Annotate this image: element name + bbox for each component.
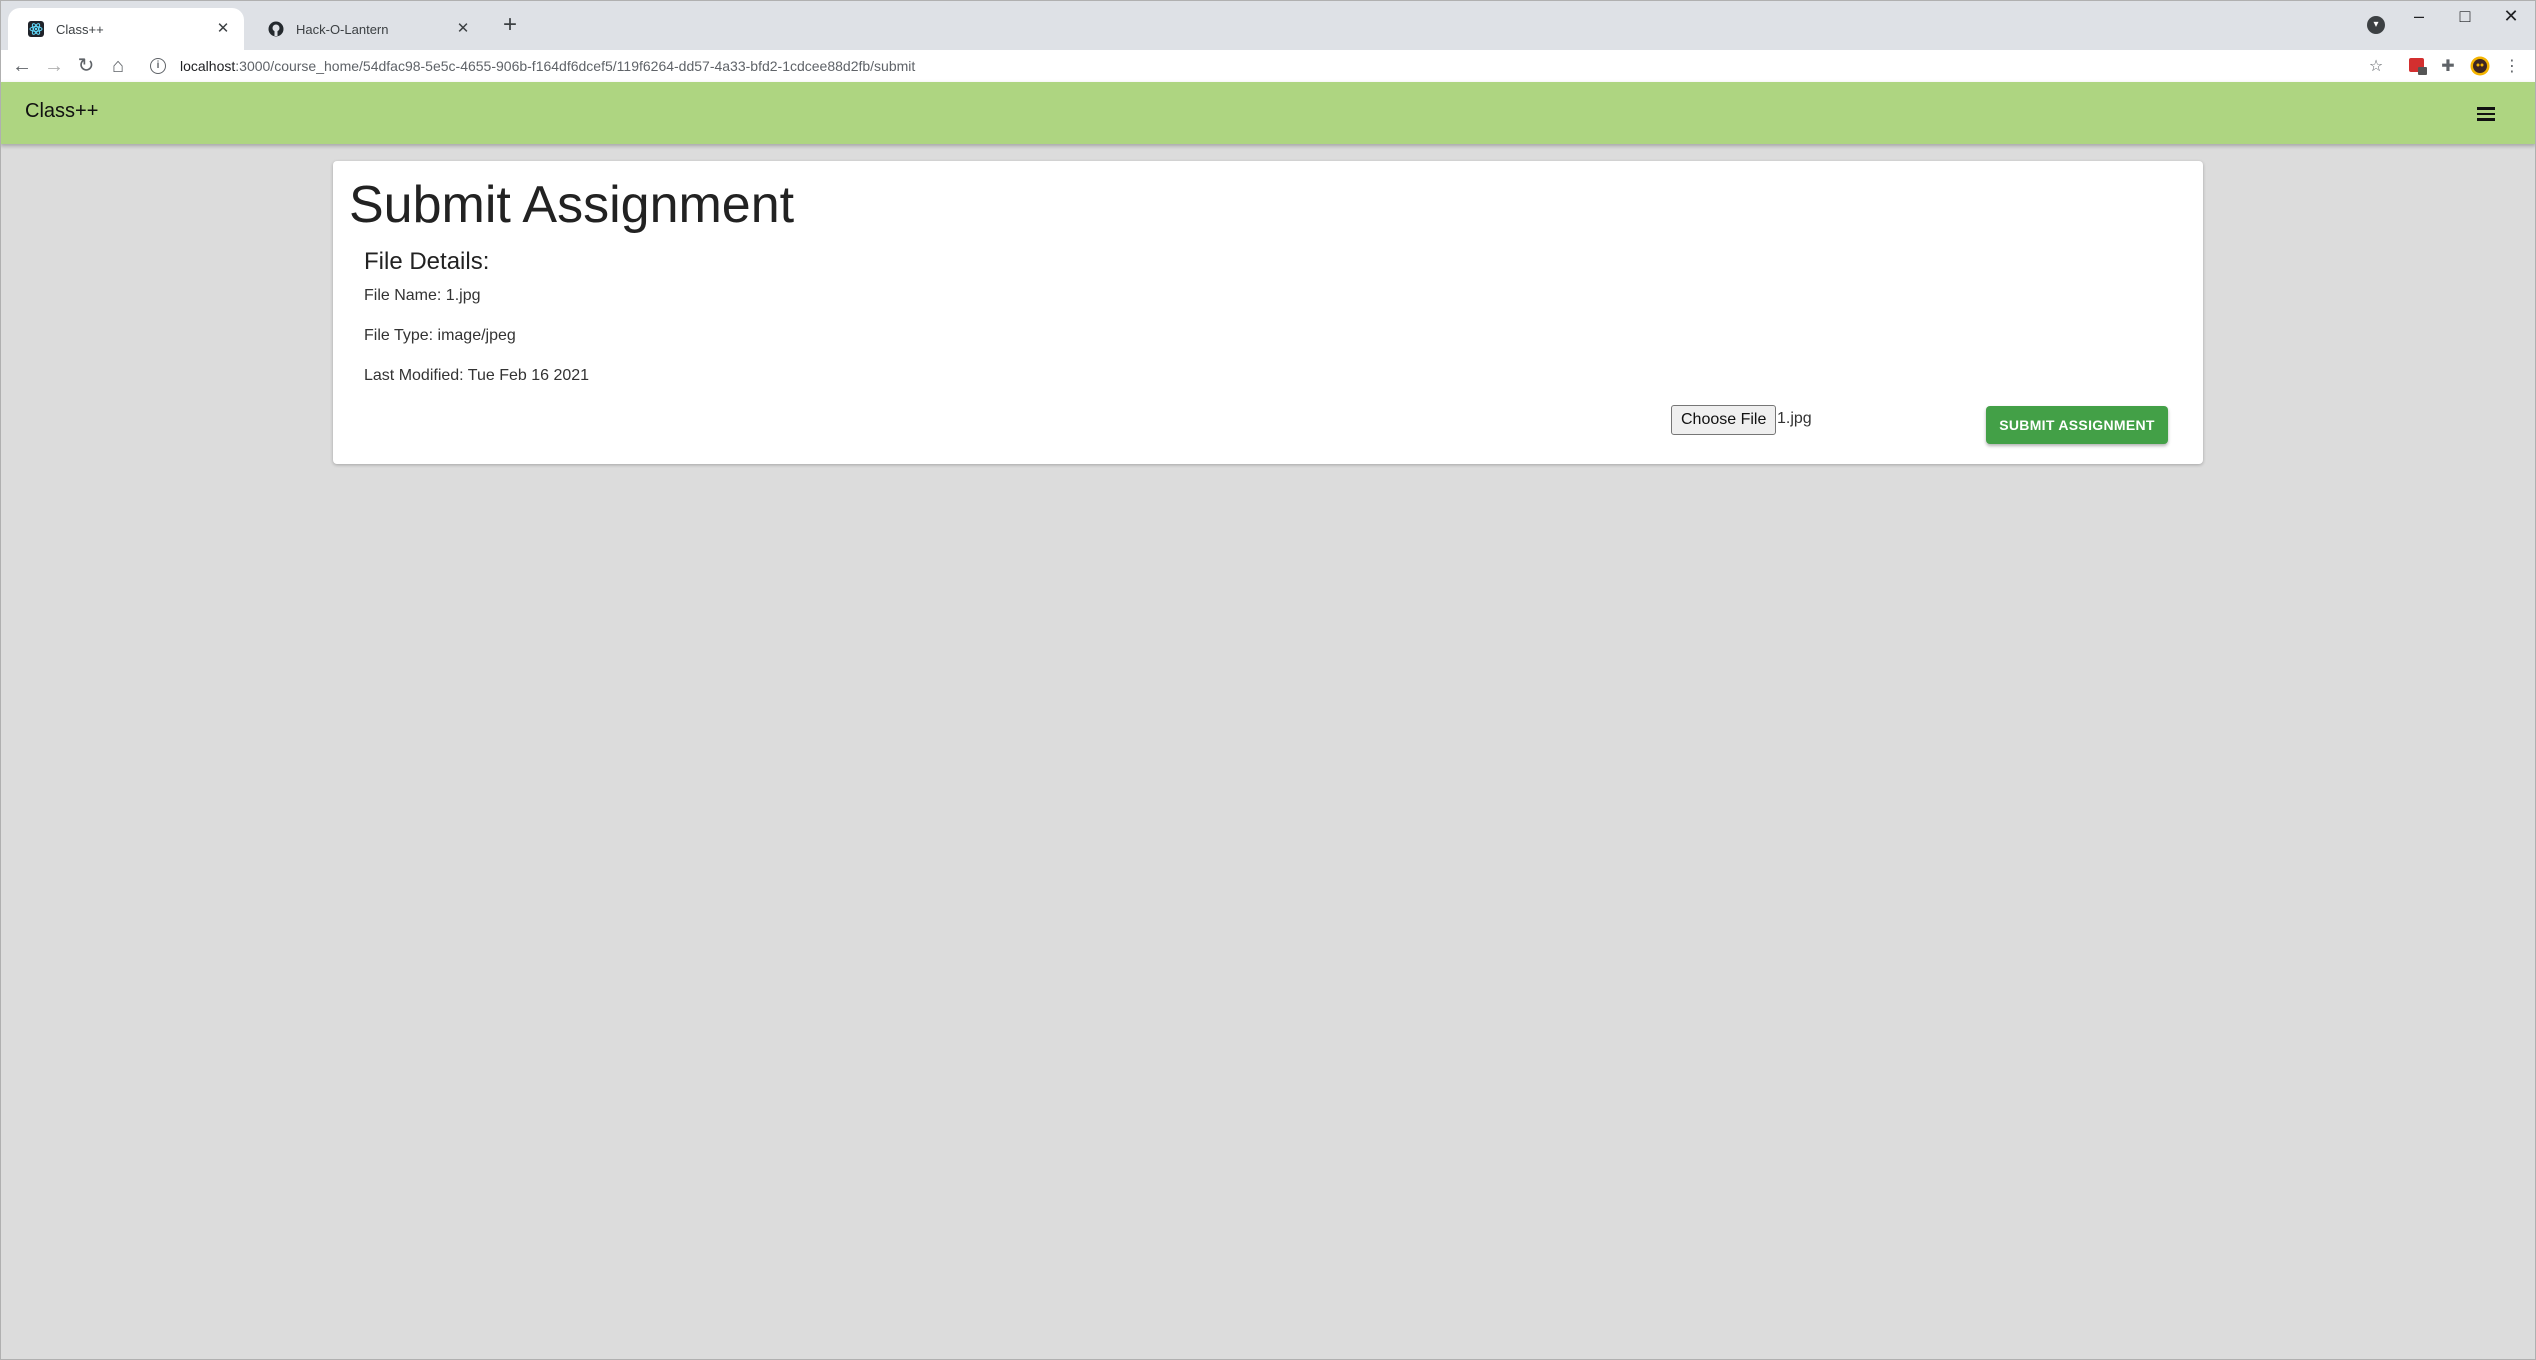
tab-search-icon[interactable]: ▾	[2367, 16, 2385, 34]
close-tab-icon[interactable]: ✕	[454, 20, 472, 38]
home-icon[interactable]: ⌂	[104, 52, 132, 80]
react-favicon-icon	[28, 21, 44, 37]
choose-file-button[interactable]: Choose File	[1671, 405, 1777, 435]
browser-toolbar: ← → ↻ ⌂ i localhost:3000/course_home/54d…	[0, 50, 2536, 82]
browser-tab-strip: Class++ ✕ Hack-O-Lantern ✕ + ▾ – □ ✕	[0, 0, 2536, 50]
tab-hack-o-lantern[interactable]: Hack-O-Lantern ✕	[248, 8, 484, 50]
page-title: Submit Assignment	[349, 176, 795, 234]
bookmark-star-icon[interactable]: ☆	[2365, 56, 2387, 78]
tab-title: Class++	[56, 21, 104, 37]
brand-title[interactable]: Class++	[25, 100, 98, 123]
profile-avatar-icon[interactable]	[2469, 56, 2491, 78]
file-details-heading: File Details:	[364, 248, 490, 275]
file-name-detail: File Name: 1.jpg	[364, 287, 481, 304]
hamburger-menu-icon[interactable]	[2470, 98, 2502, 130]
extensions-puzzle-icon[interactable]: ✚	[2437, 56, 2459, 78]
minimize-button[interactable]: –	[2396, 2, 2442, 30]
forward-icon[interactable]: →	[40, 52, 68, 80]
tab-title: Hack-O-Lantern	[296, 21, 389, 37]
close-tab-icon[interactable]: ✕	[214, 20, 232, 38]
browser-menu-icon[interactable]: ⋮	[2501, 56, 2523, 78]
new-tab-button[interactable]: +	[496, 12, 524, 40]
submit-assignment-button[interactable]: SUBMIT ASSIGNMENT	[1986, 406, 2168, 444]
chosen-file-name: 1.jpg	[1777, 410, 1812, 427]
address-bar[interactable]: i localhost:3000/course_home/54dfac98-5e…	[144, 52, 2380, 80]
url-text: localhost:3000/course_home/54dfac98-5e5c…	[180, 58, 916, 74]
site-info-icon[interactable]: i	[150, 58, 166, 74]
extension-red-icon[interactable]	[2407, 56, 2429, 78]
file-type-detail: File Type: image/jpeg	[364, 327, 516, 344]
submit-assignment-card: Submit Assignment File Details: File Nam…	[333, 161, 2203, 464]
reload-icon[interactable]: ↻	[72, 52, 100, 80]
app-bar: Class++	[0, 82, 2536, 144]
maximize-button[interactable]: □	[2442, 2, 2488, 30]
github-favicon-icon	[268, 21, 284, 37]
last-modified-detail: Last Modified: Tue Feb 16 2021	[364, 367, 590, 384]
back-icon[interactable]: ←	[8, 52, 36, 80]
close-window-button[interactable]: ✕	[2488, 2, 2534, 30]
tab-class-plus-plus[interactable]: Class++ ✕	[8, 8, 244, 50]
